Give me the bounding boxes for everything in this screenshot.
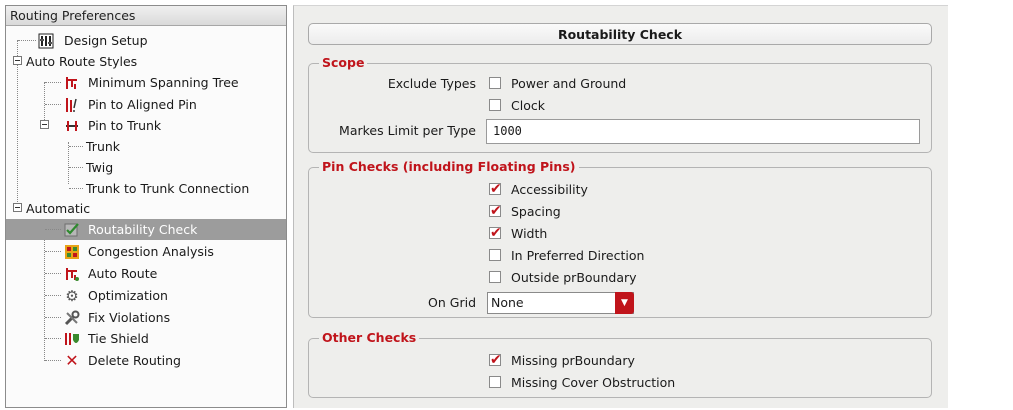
tie-shield-icon	[64, 331, 80, 347]
routing-preferences-tree: Routing Preferences Design Setup Auto Ro…	[5, 5, 287, 408]
tree-item-auto-route[interactable]: Auto Route	[6, 263, 286, 284]
marks-limit-label: Markes Limit per Type	[339, 123, 476, 138]
other-checks-group-title: Other Checks	[319, 330, 420, 346]
design-setup-icon	[38, 33, 54, 49]
pin-checks-group: Pin Checks (including Floating Pins) ✔ A…	[308, 159, 932, 318]
collapse-icon[interactable]	[13, 203, 22, 212]
collapse-icon[interactable]	[13, 56, 22, 65]
checkmark-icon: ✔	[490, 225, 502, 241]
routability-check-panel: Routability Check Scope Exclude Types Po…	[293, 5, 948, 408]
tree-item-pin-to-aligned-pin[interactable]: Pin to Aligned Pin	[6, 94, 286, 115]
spacing-checkbox[interactable]: ✔	[489, 203, 502, 219]
checkmark-icon: ✔	[490, 203, 502, 219]
collapse-icon[interactable]	[40, 120, 49, 129]
tree-item-routability-check[interactable]: Routability Check	[6, 219, 286, 240]
gear-icon: ⚙	[65, 287, 79, 305]
outside-prboundary-checkbox[interactable]	[489, 271, 501, 283]
tree-item-congestion-analysis[interactable]: Congestion Analysis	[6, 241, 286, 262]
tree-item-fix-violations[interactable]: Fix Violations	[6, 307, 286, 328]
panel-title: Routability Check	[308, 23, 932, 45]
tree-item-trunk-to-trunk[interactable]: Trunk to Trunk Connection	[6, 178, 286, 199]
checkmark-icon: ✔	[490, 352, 502, 368]
missing-cover-obstruction-checkbox[interactable]	[489, 376, 501, 388]
congestion-icon	[64, 244, 80, 260]
tree-item-automatic[interactable]: Automatic	[6, 198, 286, 219]
tree-item-trunk[interactable]: Trunk	[6, 136, 286, 157]
scope-group-title: Scope	[319, 55, 368, 71]
pin-trunk-icon	[64, 118, 80, 134]
missing-prboundary-checkbox[interactable]: ✔	[489, 352, 502, 368]
tree-item-design-setup[interactable]: Design Setup	[6, 30, 286, 51]
check-icon	[64, 222, 80, 238]
tree-item-delete-routing[interactable]: ✕ Delete Routing	[6, 350, 286, 371]
width-checkbox[interactable]: ✔	[489, 225, 502, 241]
aligned-pin-icon	[64, 97, 80, 113]
tree-item-twig[interactable]: Twig	[6, 157, 286, 178]
preferred-direction-checkbox[interactable]	[489, 249, 501, 261]
clock-checkbox[interactable]	[489, 99, 501, 111]
tree-item-tie-shield[interactable]: Tie Shield	[6, 328, 286, 349]
auto-route-icon	[64, 266, 80, 282]
tree-item-minimum-spanning-tree[interactable]: Minimum Spanning Tree	[6, 72, 286, 93]
spanning-tree-icon	[64, 75, 80, 91]
checkmark-icon: ✔	[490, 181, 502, 197]
tree-item-pin-to-trunk[interactable]: Pin to Trunk	[6, 115, 286, 136]
pin-checks-group-title: Pin Checks (including Floating Pins)	[319, 159, 579, 175]
on-grid-label: On Grid	[428, 295, 476, 310]
exclude-types-label: Exclude Types	[387, 76, 476, 91]
other-checks-group: Other Checks ✔ Missing prBoundary Missin…	[308, 330, 932, 398]
power-ground-checkbox[interactable]	[489, 77, 501, 89]
tree-item-optimization[interactable]: ⚙ Optimization	[6, 285, 286, 306]
on-grid-value: None	[491, 295, 524, 310]
tree-header: Routing Preferences	[6, 6, 286, 26]
chevron-down-icon[interactable]: ▼	[615, 292, 634, 314]
scope-group: Scope Exclude Types Power and Ground Clo…	[308, 55, 932, 153]
wrench-icon	[64, 310, 80, 326]
on-grid-select[interactable]: None ▼	[487, 292, 634, 314]
accessibility-checkbox[interactable]: ✔	[489, 181, 502, 197]
delete-icon: ✕	[65, 351, 79, 370]
tree-item-auto-route-styles[interactable]: Auto Route Styles	[6, 51, 286, 72]
marks-limit-input[interactable]: 1000	[486, 119, 920, 144]
